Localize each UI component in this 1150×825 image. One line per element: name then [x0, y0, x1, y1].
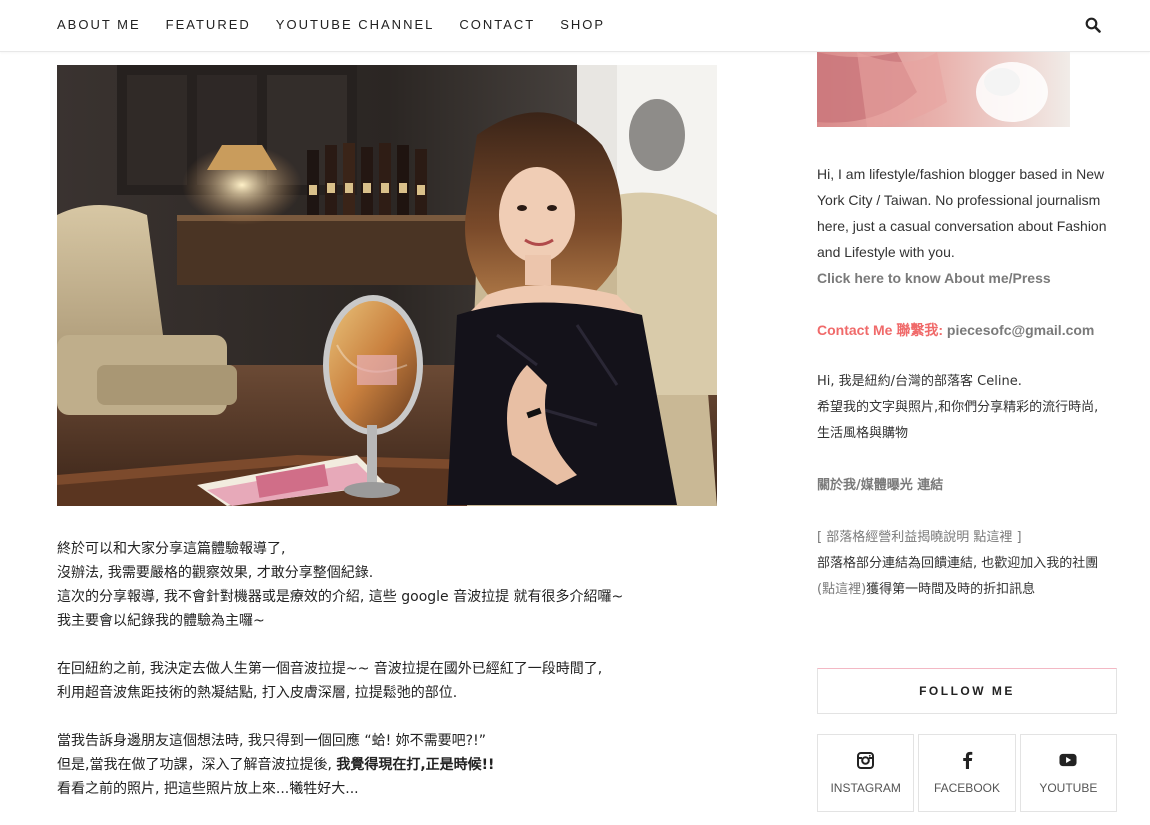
youtube-icon: [1059, 751, 1077, 769]
instagram-icon: [857, 751, 875, 769]
p3-line-2-emphasis: 我覺得現在打,正是時候!!: [336, 757, 495, 773]
p1-line-4: 我主要會以紀錄我的體驗為主囉~: [57, 613, 265, 629]
facebook-label: FACEBOOK: [933, 781, 1000, 795]
sidebar-profile-photo: [817, 52, 1070, 127]
zh-intro-line-2: 希望我的文字與照片,和你們分享精彩的流行時尚,: [817, 400, 1099, 415]
p3-line-2-plain: 但是,當我在做了功課，深入了解音波拉提後,: [57, 757, 337, 773]
youtube-button[interactable]: YOUTUBE: [1019, 734, 1117, 812]
p2-line-2: 利用超音波焦距技術的熱凝結點, 打入皮膚深層, 拉提鬆弛的部位.: [57, 685, 458, 701]
top-navigation: ABOUT ME FEATURED YOUTUBE CHANNEL CONTAC…: [0, 0, 1150, 52]
social-links: INSTAGRAM FACEBOOK YOUTUBE: [817, 734, 1117, 812]
instagram-button[interactable]: INSTAGRAM: [817, 734, 915, 812]
affiliate-line-2: (點這裡)獲得第一時間及時的折扣訊息: [817, 577, 1122, 603]
hero-photo: [57, 65, 717, 506]
contact-block: Contact Me 聯繫我: piecesofc@gmail.com: [817, 317, 1122, 343]
sidebar: Hi, I am lifestyle/fashion blogger based…: [817, 161, 1122, 629]
paragraph-2: 在回紐約之前, 我決定去做人生第一個音波拉提~~ 音波拉提在國外已經紅了一段時間…: [57, 657, 737, 705]
p1-line-2: 沒辦法, 我需要嚴格的觀察效果, 才敢分享整個紀錄.: [57, 565, 374, 581]
contact-email-link[interactable]: piecesofc@gmail.com: [947, 322, 1094, 338]
affiliate-group-link[interactable]: (點這裡): [817, 582, 866, 597]
p3-line-2: 但是,當我在做了功課，深入了解音波拉提後, 我覺得現在打,正是時候!!: [57, 753, 737, 777]
bio-line-1: Hi, I am lifestyle/fashion blogger based…: [817, 166, 1105, 182]
p3-line-3: 看看之前的照片, 把這些照片放上來...犧牲好大...: [57, 781, 359, 797]
bio-line-4: and Lifestyle with you.: [817, 244, 955, 260]
follow-me-heading: FOLLOW ME: [817, 668, 1117, 714]
p3-line-1: 當我告訴身邊朋友這個想法時, 我只得到一個回應 “蛤! 妳不需要吧?!”: [57, 733, 486, 749]
youtube-label: YOUTUBE: [1039, 781, 1098, 795]
affiliate-line-2-text: 獲得第一時間及時的折扣訊息: [866, 582, 1036, 597]
paragraph-1: 終於可以和大家分享這篇體驗報導了, 沒辦法, 我需要嚴格的觀察效果, 才敢分享整…: [57, 537, 737, 633]
nav-item-youtube-channel[interactable]: YOUTUBE CHANNEL: [276, 17, 435, 32]
contact-label: Contact Me 聯繫我:: [817, 322, 943, 338]
bio-line-3: here, just a casual conversation about F…: [817, 218, 1107, 234]
bio-block: Hi, I am lifestyle/fashion blogger based…: [817, 161, 1122, 291]
zh-intro-block: Hi, 我是紐約/台灣的部落客 Celine. 希望我的文字與照片,和你們分享精…: [817, 369, 1122, 447]
contact-line: Contact Me 聯繫我: piecesofc@gmail.com: [817, 317, 1122, 343]
nav-menu: ABOUT ME FEATURED YOUTUBE CHANNEL CONTAC…: [57, 17, 630, 32]
nav-item-about-me[interactable]: ABOUT ME: [57, 17, 141, 32]
nav-item-featured[interactable]: FEATURED: [166, 17, 251, 32]
nav-item-shop[interactable]: SHOP: [560, 17, 605, 32]
affiliate-line-1: 部落格部分連結為回饋連結, 也歡迎加入我的社團: [817, 556, 1099, 571]
paragraph-3: 當我告訴身邊朋友這個想法時, 我只得到一個回應 “蛤! 妳不需要吧?!” 但是,…: [57, 729, 737, 801]
disclosure-link[interactable]: [ 部落格經營利益揭曉說明 點這裡 ]: [817, 525, 1122, 551]
post-body: 終於可以和大家分享這篇體驗報導了, 沒辦法, 我需要嚴格的觀察效果, 才敢分享整…: [57, 537, 737, 825]
p1-line-3: 這次的分享報導, 我不會針對機器或是療效的介紹, 這些 google 音波拉提 …: [57, 589, 624, 605]
about-me-press-link[interactable]: Click here to know About me/Press: [817, 265, 1122, 291]
disclosure-block: [ 部落格經營利益揭曉說明 點這裡 ] 部落格部分連結為回饋連結, 也歡迎加入我…: [817, 525, 1122, 603]
p1-line-1: 終於可以和大家分享這篇體驗報導了,: [57, 541, 286, 557]
facebook-button[interactable]: FACEBOOK: [918, 734, 1016, 812]
zh-intro-line-3: 生活風格與購物: [817, 426, 909, 441]
nav-item-contact[interactable]: CONTACT: [459, 17, 535, 32]
bio-line-2: York City / Taiwan. No professional jour…: [817, 192, 1101, 208]
zh-intro-line-1: Hi, 我是紐約/台灣的部落客 Celine.: [817, 374, 1022, 389]
instagram-label: INSTAGRAM: [830, 781, 901, 795]
p2-line-1: 在回紐約之前, 我決定去做人生第一個音波拉提~~ 音波拉提在國外已經紅了一段時間…: [57, 661, 603, 677]
zh-about-media-link[interactable]: 關於我/媒體曝光 連結: [817, 473, 1122, 499]
search-icon[interactable]: [1085, 17, 1103, 35]
facebook-icon: [958, 751, 976, 769]
zh-about-block: 關於我/媒體曝光 連結: [817, 473, 1122, 499]
